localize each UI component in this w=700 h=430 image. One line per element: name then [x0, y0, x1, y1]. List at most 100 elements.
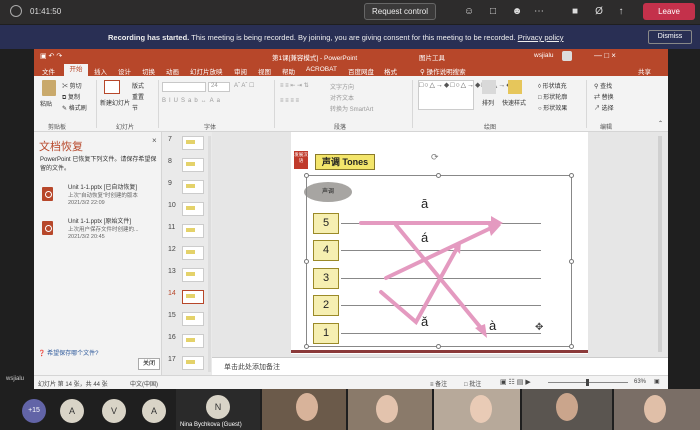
new-slide-icon[interactable] — [104, 80, 120, 94]
reactions-icon[interactable]: ☻ — [510, 5, 524, 19]
recovery-close-button[interactable]: 关闭 — [138, 358, 160, 370]
section-button[interactable]: 节 — [132, 103, 138, 112]
arrange-button[interactable]: 排列 — [482, 98, 494, 107]
paste-button[interactable]: 粘贴 — [40, 99, 52, 108]
layout-button[interactable]: 版式 — [132, 81, 144, 90]
participant-video-tile[interactable] — [434, 389, 520, 430]
paste-icon[interactable] — [42, 80, 56, 96]
mic-off-icon[interactable]: Ø — [592, 5, 606, 19]
more-participants-button[interactable]: +15 — [22, 399, 46, 423]
tab-review[interactable]: 审阅 — [234, 66, 247, 76]
shape-fill-button[interactable]: ◊ 形状填充 — [538, 81, 567, 90]
leave-button[interactable]: Leave — [643, 3, 695, 20]
find-button[interactable]: ⚲ 查找 — [594, 81, 612, 90]
tab-view[interactable]: 视图 — [258, 66, 271, 76]
collapse-ribbon-icon[interactable]: ⌃ — [658, 120, 663, 127]
shape-outline-button[interactable]: □ 形状轮廓 — [538, 92, 567, 101]
font-format-icons[interactable]: BIUSab↔Aa — [162, 98, 223, 104]
tell-me-search[interactable]: ⚲ 操作说明搜索 — [420, 66, 466, 76]
zoom-level[interactable]: 63% — [634, 379, 646, 385]
divider — [586, 80, 587, 128]
quick-styles-button[interactable]: 快速样式 — [502, 98, 526, 107]
share-button[interactable]: 共享 — [638, 66, 651, 76]
participants-icon[interactable]: ☺ — [462, 5, 476, 19]
slide-thumbnail[interactable] — [182, 180, 204, 194]
participant-video-tile[interactable] — [348, 389, 432, 430]
slide-thumbnail[interactable] — [182, 202, 204, 216]
format-painter-button[interactable]: ✎ 格式刷 — [62, 103, 87, 112]
align-icons[interactable]: ≡ ≡ ≡ ≡ — [280, 98, 299, 104]
copy-button[interactable]: ⧉ 复制 — [62, 92, 80, 102]
tab-insert[interactable]: 插入 — [94, 66, 107, 76]
arrange-icon[interactable] — [482, 80, 496, 94]
quick-styles-icon[interactable] — [508, 80, 522, 94]
font-grow-icon[interactable]: Aˆ Aˇ ☐ — [234, 82, 254, 89]
notes-pane[interactable]: 单击此处添加备注 — [212, 357, 668, 375]
avatar[interactable] — [562, 51, 572, 61]
recovery-file-item[interactable]: Unit 1-1.pptx [原始文件] 上次用户保存文件时创建的... 202… — [38, 216, 158, 246]
dismiss-button[interactable]: Dismiss — [648, 30, 692, 44]
participant-avatar[interactable]: A — [142, 399, 166, 423]
tab-format[interactable]: 格式 — [384, 66, 397, 76]
slide-thumbnail[interactable] — [182, 268, 204, 282]
comments-toggle[interactable]: □ 批注 — [464, 379, 481, 388]
slide-thumbnail[interactable] — [182, 158, 204, 172]
chat-icon[interactable]: □ — [486, 5, 500, 19]
presenter-name: wsjialu — [6, 376, 25, 382]
window-controls-icon[interactable]: — □ × — [594, 51, 616, 60]
tell-me-label: 操作说明搜索 — [426, 69, 466, 76]
view-buttons[interactable]: ▣ ☷ ▤ ▶ — [500, 378, 531, 386]
new-slide-button[interactable]: 新建幻灯片 — [100, 98, 130, 107]
tab-design[interactable]: 设计 — [118, 66, 131, 76]
font-name-box[interactable] — [162, 82, 206, 92]
more-options-icon[interactable]: ⋯ — [532, 5, 546, 19]
list-icons[interactable]: ≡ ≡ ⇤ ⇥ ⇅ — [280, 82, 309, 89]
text-direction-button[interactable]: 文字方向 — [330, 82, 354, 91]
slide-canvas[interactable]: 发展汉语 声调 Tones ⟳ 声调 5 4 3 2 1 ā á ǎ à ✥ — [291, 132, 588, 354]
participant-tile[interactable]: N Nina Bychkova (Guest) — [176, 389, 260, 430]
tab-home[interactable]: 开始 — [64, 64, 88, 76]
recovery-file-item[interactable]: Unit 1-1.pptx [已自动恢复] 上次"自动恢复"时创建的版本 202… — [38, 182, 158, 212]
share-tray-icon[interactable]: ↑ — [614, 5, 628, 19]
participant-avatar[interactable]: V — [102, 399, 126, 423]
shapes-gallery[interactable]: □○△→◆□○△→◆□○△→◆ — [418, 80, 512, 110]
help-link[interactable]: ❓ 希望保存哪个文件? — [38, 348, 98, 357]
notes-toggle[interactable]: ≡ 备注 — [430, 379, 447, 388]
participant-video-tile[interactable] — [614, 389, 700, 430]
shape-effects-button[interactable]: ○ 形状效果 — [538, 103, 567, 112]
save-icon[interactable]: ▣ ↶ ↷ — [40, 52, 62, 60]
tab-help[interactable]: 帮助 — [282, 66, 295, 76]
camera-icon[interactable]: ■ — [568, 5, 582, 19]
tab-baidu[interactable]: 百度网盘 — [348, 66, 374, 76]
slide-thumbnail-selected[interactable] — [182, 290, 204, 304]
close-icon[interactable]: × — [152, 136, 157, 145]
cut-button[interactable]: ✂ 剪切 — [62, 81, 82, 90]
font-size-box[interactable]: 24 — [208, 82, 230, 92]
tab-transitions[interactable]: 切换 — [142, 66, 155, 76]
tab-acrobat[interactable]: ACROBAT — [306, 66, 337, 73]
slide-thumbnail[interactable] — [182, 334, 204, 348]
tab-slideshow[interactable]: 幻灯片放映 — [190, 66, 223, 76]
fit-slide-icon[interactable]: ▣ — [654, 378, 660, 385]
participant-avatar[interactable]: A — [60, 399, 84, 423]
slide-thumbnail[interactable] — [182, 246, 204, 260]
tab-file[interactable]: 文件 — [42, 66, 55, 76]
thumbnail-scrollbar[interactable] — [208, 136, 211, 372]
select-button[interactable]: ↗ 选择 — [594, 103, 614, 112]
zoom-slider-thumb[interactable] — [586, 379, 589, 386]
request-control-button[interactable]: Request control — [364, 3, 436, 20]
privacy-policy-link[interactable]: Privacy policy — [518, 33, 564, 42]
pptx-file-icon — [42, 187, 53, 201]
align-text-button[interactable]: 对齐文本 — [330, 93, 354, 102]
slide-thumbnail[interactable] — [182, 312, 204, 326]
replace-button[interactable]: ⇄ 替换 — [594, 92, 614, 101]
slide-thumbnail[interactable] — [182, 136, 204, 150]
reset-button[interactable]: 重置 — [132, 92, 144, 101]
smartart-button[interactable]: 转换为 SmartArt — [330, 104, 373, 113]
tab-animations[interactable]: 动画 — [166, 66, 179, 76]
slide-thumbnail[interactable] — [182, 224, 204, 238]
participant-video-tile[interactable] — [522, 389, 612, 430]
slide-thumbnail[interactable] — [182, 356, 204, 370]
participant-video-tile[interactable] — [262, 389, 346, 430]
slide-scrollbar[interactable] — [658, 136, 662, 352]
